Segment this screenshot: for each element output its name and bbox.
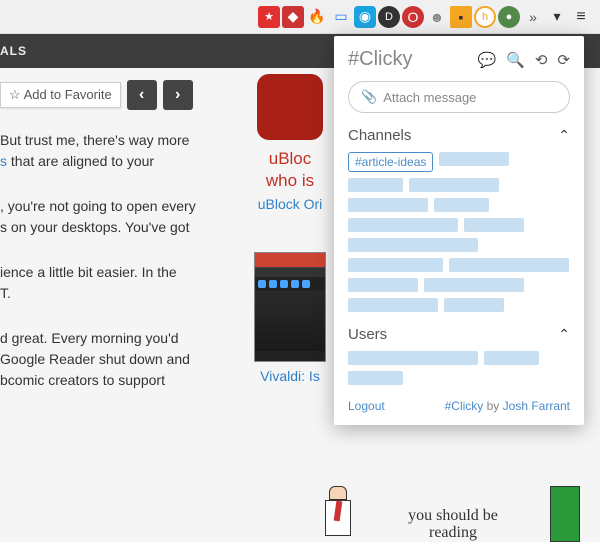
- history-icon[interactable]: ⟲: [535, 51, 548, 69]
- collapse-channels-icon[interactable]: ⌃: [558, 127, 570, 144]
- users-heading: Users: [348, 326, 387, 343]
- vivaldi-thumbnail[interactable]: [254, 252, 326, 362]
- channel-tag[interactable]: [464, 218, 524, 232]
- comic-strip: you should bereading: [320, 472, 580, 542]
- ublock-title: uBlocwho is: [245, 148, 335, 192]
- prev-button[interactable]: ‹: [127, 80, 157, 110]
- opera-extension-icon[interactable]: O: [402, 6, 424, 28]
- vivaldi-link[interactable]: Vivaldi: Is: [245, 368, 335, 384]
- channel-tag[interactable]: [434, 198, 489, 212]
- add-favorite-button[interactable]: ☆ Add to Favorite: [0, 82, 121, 108]
- dilbert-icon: [320, 486, 356, 542]
- browser-toolbar: ★ ◆ 🔥 ▭ ◉ D O ☻ ▪ h ● » ▾ ≡: [0, 0, 600, 34]
- clicky-extension-icon[interactable]: ●: [498, 6, 520, 28]
- user-item[interactable]: [348, 351, 478, 365]
- channel-tag[interactable]: [348, 278, 418, 292]
- popup-credit: #Clicky by Josh Farrant: [445, 399, 570, 413]
- channel-tag[interactable]: [409, 178, 499, 192]
- article-paragraph: ience a little bit easier. In the T.: [0, 262, 230, 304]
- channel-tag[interactable]: #article-ideas: [348, 152, 433, 172]
- author-link[interactable]: Josh Farrant: [503, 399, 570, 413]
- comic-caption: you should bereading: [366, 507, 540, 542]
- comic-character-icon: [550, 486, 580, 542]
- users-list: [348, 351, 570, 365]
- popup-title: #Clicky: [348, 48, 412, 71]
- channel-tag[interactable]: [424, 278, 524, 292]
- article-link[interactable]: s: [0, 153, 7, 169]
- star-extension-icon[interactable]: ★: [258, 6, 280, 28]
- dropdown-icon[interactable]: ▾: [546, 6, 568, 28]
- block-extension-icon[interactable]: ▪: [450, 6, 472, 28]
- channel-tag[interactable]: [348, 218, 458, 232]
- article-paragraph: But trust me, there's way more s that ar…: [0, 130, 230, 172]
- attachment-icon: 📎: [361, 89, 377, 105]
- channel-tag[interactable]: [444, 298, 504, 312]
- puzzle-extension-icon[interactable]: ◆: [282, 6, 304, 28]
- article-paragraph: d great. Every morning you'd Google Read…: [0, 328, 230, 391]
- user-item[interactable]: [484, 351, 539, 365]
- channel-tag[interactable]: [348, 238, 478, 252]
- refresh-icon[interactable]: ⟳: [557, 51, 570, 69]
- attach-message-input[interactable]: 📎 Attach message: [348, 81, 570, 113]
- next-button[interactable]: ›: [163, 80, 193, 110]
- clicky-popup: #Clicky 💬 🔍 ⟲ ⟳ 📎 Attach message Channel…: [334, 36, 584, 425]
- chat-icon[interactable]: 💬: [477, 51, 496, 69]
- overflow-extension-icon[interactable]: »: [522, 6, 544, 28]
- d-extension-icon[interactable]: D: [378, 6, 400, 28]
- ublock-logo-icon: [257, 74, 323, 140]
- article-content: ☆ Add to Favorite ‹ › But trust me, ther…: [0, 68, 230, 415]
- channel-tag[interactable]: [449, 258, 569, 272]
- logout-link[interactable]: Logout: [348, 399, 385, 413]
- menu-icon[interactable]: ≡: [570, 6, 592, 28]
- camera-extension-icon[interactable]: ◉: [354, 6, 376, 28]
- collapse-users-icon[interactable]: ⌃: [558, 326, 570, 343]
- article-paragraph: , you're not going to open every s on yo…: [0, 196, 230, 238]
- flame-extension-icon[interactable]: 🔥: [306, 6, 328, 28]
- robot-extension-icon[interactable]: ☻: [426, 6, 448, 28]
- channel-tag[interactable]: [348, 178, 403, 192]
- user-item[interactable]: [348, 371, 403, 385]
- ublock-link[interactable]: uBlock Ori: [245, 196, 335, 212]
- screen-extension-icon[interactable]: ▭: [330, 6, 352, 28]
- channels-heading: Channels: [348, 127, 411, 144]
- channel-tag[interactable]: [348, 198, 428, 212]
- channel-tag[interactable]: [439, 152, 509, 166]
- channel-tag[interactable]: [348, 298, 438, 312]
- sidebar-thumbnails: uBlocwho is uBlock Ori Vivaldi: Is: [245, 74, 335, 384]
- clicky-link[interactable]: #Clicky: [445, 399, 484, 413]
- channels-list: #article-ideas: [348, 152, 570, 312]
- h-extension-icon[interactable]: h: [474, 6, 496, 28]
- channel-tag[interactable]: [348, 258, 443, 272]
- search-icon[interactable]: 🔍: [506, 51, 525, 69]
